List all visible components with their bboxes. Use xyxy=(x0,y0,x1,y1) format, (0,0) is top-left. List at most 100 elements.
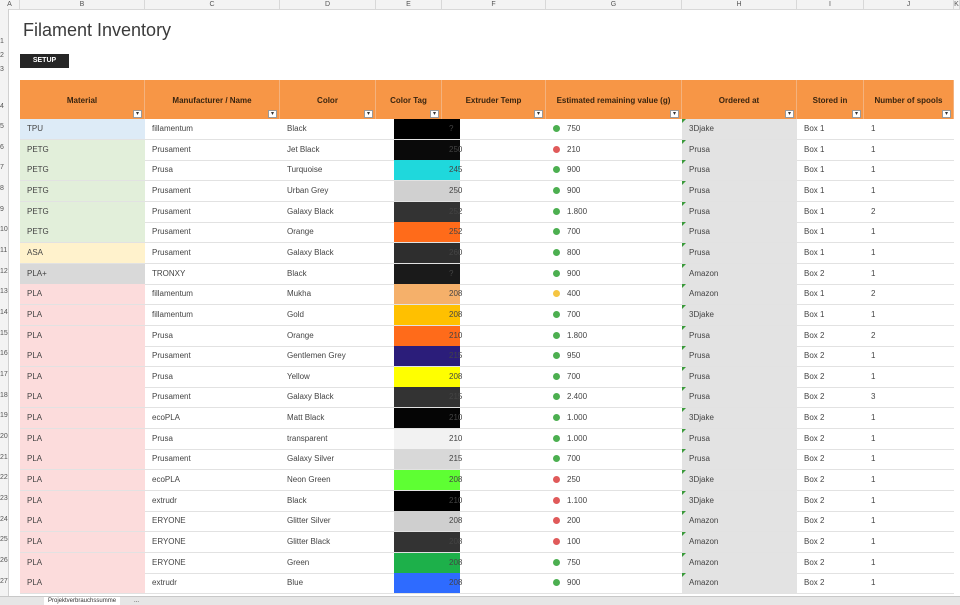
table-row[interactable]: PETG Prusament Galaxy Black 252 1.800 Prusa Bo… xyxy=(20,201,954,223)
spools-cell[interactable]: 2 xyxy=(864,202,954,222)
row-number[interactable]: 27 xyxy=(0,578,8,585)
extruder-temp-cell[interactable]: ? xyxy=(442,264,546,284)
table-row[interactable]: PLA fillamentum Gold 208 700 3Djake Box 1 1 xyxy=(20,304,954,326)
stored-in-cell[interactable]: Box 2 xyxy=(797,491,864,511)
material-cell[interactable]: PLA xyxy=(20,470,145,491)
ordered-at-cell[interactable]: Prusa xyxy=(682,449,797,470)
extruder-temp-cell[interactable]: 208 xyxy=(442,284,546,304)
spools-cell[interactable]: 1 xyxy=(864,532,954,552)
row-number[interactable]: 5 xyxy=(0,123,8,130)
row-number[interactable]: 6 xyxy=(0,144,8,151)
ordered-at-cell[interactable]: Amazon xyxy=(682,532,797,552)
color-cell[interactable]: Neon Green xyxy=(280,470,376,490)
manufacturer-cell[interactable]: ERYONE xyxy=(145,553,280,573)
material-cell[interactable]: PLA xyxy=(20,366,145,387)
manufacturer-cell[interactable]: ERYONE xyxy=(145,532,280,552)
extruder-temp-cell[interactable]: 210 xyxy=(442,326,546,346)
row-number[interactable]: 17 xyxy=(0,371,8,378)
stored-in-cell[interactable]: Box 1 xyxy=(797,119,864,139)
manufacturer-cell[interactable]: extrudr xyxy=(145,491,280,511)
extruder-temp-cell[interactable]: 208 xyxy=(442,573,546,593)
color-cell[interactable]: Gentlemen Grey xyxy=(280,346,376,366)
table-row[interactable]: ASA Prusament Galaxy Black 260 800 Prusa Box 1… xyxy=(20,242,954,264)
ordered-at-cell[interactable]: Prusa xyxy=(682,139,797,160)
material-cell[interactable]: PLA xyxy=(20,428,145,449)
ordered-at-cell[interactable]: 3Djake xyxy=(682,490,797,511)
remaining-value-cell[interactable]: 900 xyxy=(546,181,682,201)
spools-cell[interactable]: 1 xyxy=(864,160,954,180)
ordered-at-cell[interactable]: Prusa xyxy=(682,325,797,346)
column-letter[interactable]: J xyxy=(864,0,954,9)
material-cell[interactable]: PETG xyxy=(20,180,145,201)
ordered-at-cell[interactable]: 3Djake xyxy=(682,119,797,139)
manufacturer-cell[interactable]: Prusa xyxy=(145,160,280,180)
extruder-temp-cell[interactable]: 245 xyxy=(442,160,546,180)
table-row[interactable]: PLA Prusa Orange 210 1.800 Prusa Box 2 2 xyxy=(20,325,954,347)
spools-cell[interactable]: 1 xyxy=(864,449,954,469)
manufacturer-cell[interactable]: fillamentum xyxy=(145,119,280,139)
spools-cell[interactable]: 1 xyxy=(864,222,954,242)
material-cell[interactable]: PLA xyxy=(20,532,145,552)
spools-cell[interactable]: 2 xyxy=(864,326,954,346)
stored-in-cell[interactable]: Box 2 xyxy=(797,511,864,531)
stored-in-cell[interactable]: Box 1 xyxy=(797,202,864,222)
manufacturer-cell[interactable]: Prusament xyxy=(145,243,280,263)
material-cell[interactable]: PLA xyxy=(20,573,145,594)
table-row[interactable]: TPU fillamentum Black? 750 3Djake Box 1 1 xyxy=(20,119,954,140)
row-number[interactable]: 22 xyxy=(0,474,8,481)
manufacturer-cell[interactable]: Prusament xyxy=(145,202,280,222)
remaining-value-cell[interactable]: 700 xyxy=(546,305,682,325)
extruder-temp-cell[interactable]: 250 xyxy=(442,140,546,160)
row-number[interactable]: 14 xyxy=(0,309,8,316)
color-cell[interactable]: transparent xyxy=(280,429,376,449)
row-number[interactable]: 7 xyxy=(0,164,8,171)
color-cell[interactable]: Black xyxy=(280,264,376,284)
remaining-value-cell[interactable]: 700 xyxy=(546,449,682,469)
remaining-value-cell[interactable]: 100 xyxy=(546,532,682,552)
remaining-value-cell[interactable]: 1.100 xyxy=(546,491,682,511)
ordered-at-cell[interactable]: Amazon xyxy=(682,511,797,532)
row-number[interactable]: 9 xyxy=(0,206,8,213)
stored-in-cell[interactable]: Box 1 xyxy=(797,243,864,263)
column-letter[interactable]: G xyxy=(546,0,682,9)
extruder-temp-cell[interactable]: 250 xyxy=(442,181,546,201)
material-cell[interactable]: PETG xyxy=(20,160,145,181)
ordered-at-cell[interactable]: Prusa xyxy=(682,222,797,243)
stored-in-cell[interactable]: Box 1 xyxy=(797,181,864,201)
stored-in-cell[interactable]: Box 1 xyxy=(797,284,864,304)
row-number[interactable]: 25 xyxy=(0,536,8,543)
stored-in-cell[interactable]: Box 2 xyxy=(797,553,864,573)
remaining-value-cell[interactable]: 700 xyxy=(546,367,682,387)
extruder-temp-cell[interactable]: 210 xyxy=(442,408,546,428)
manufacturer-cell[interactable]: Prusament xyxy=(145,449,280,469)
spools-cell[interactable]: 1 xyxy=(864,511,954,531)
row-number[interactable]: 19 xyxy=(0,412,8,419)
manufacturer-cell[interactable]: Prusament xyxy=(145,222,280,242)
filter-dropdown-icon[interactable]: ▾ xyxy=(268,110,277,118)
spools-cell[interactable]: 1 xyxy=(864,181,954,201)
column-letter[interactable]: A xyxy=(0,0,20,9)
material-cell[interactable]: PLA xyxy=(20,346,145,367)
color-cell[interactable]: Orange xyxy=(280,222,376,242)
stored-in-cell[interactable]: Box 1 xyxy=(797,140,864,160)
table-row[interactable]: PLA Prusa Yellow 208 700 Prusa Box 2 1 xyxy=(20,366,954,388)
color-cell[interactable]: Matt Black xyxy=(280,408,376,428)
ordered-at-cell[interactable]: Prusa xyxy=(682,180,797,201)
color-cell[interactable]: Urban Grey xyxy=(280,181,376,201)
extruder-temp-cell[interactable]: 252 xyxy=(442,222,546,242)
material-cell[interactable]: PLA xyxy=(20,325,145,346)
stored-in-cell[interactable]: Box 2 xyxy=(797,387,864,407)
remaining-value-cell[interactable]: 1.000 xyxy=(546,429,682,449)
table-row[interactable]: PETG Prusament Orange 252 700 Prusa Box 1 1 xyxy=(20,222,954,244)
spools-cell[interactable]: 1 xyxy=(864,367,954,387)
remaining-value-cell[interactable]: 400 xyxy=(546,284,682,304)
row-number[interactable]: 26 xyxy=(0,557,8,564)
remaining-value-cell[interactable]: 210 xyxy=(546,140,682,160)
filter-dropdown-icon[interactable]: ▾ xyxy=(670,110,679,118)
ordered-at-cell[interactable]: Prusa xyxy=(682,160,797,181)
row-number[interactable]: 11 xyxy=(0,247,8,254)
row-number[interactable]: 8 xyxy=(0,185,8,192)
remaining-value-cell[interactable]: 200 xyxy=(546,511,682,531)
material-cell[interactable]: PETG xyxy=(20,139,145,160)
extruder-temp-cell[interactable]: 215 xyxy=(442,346,546,366)
